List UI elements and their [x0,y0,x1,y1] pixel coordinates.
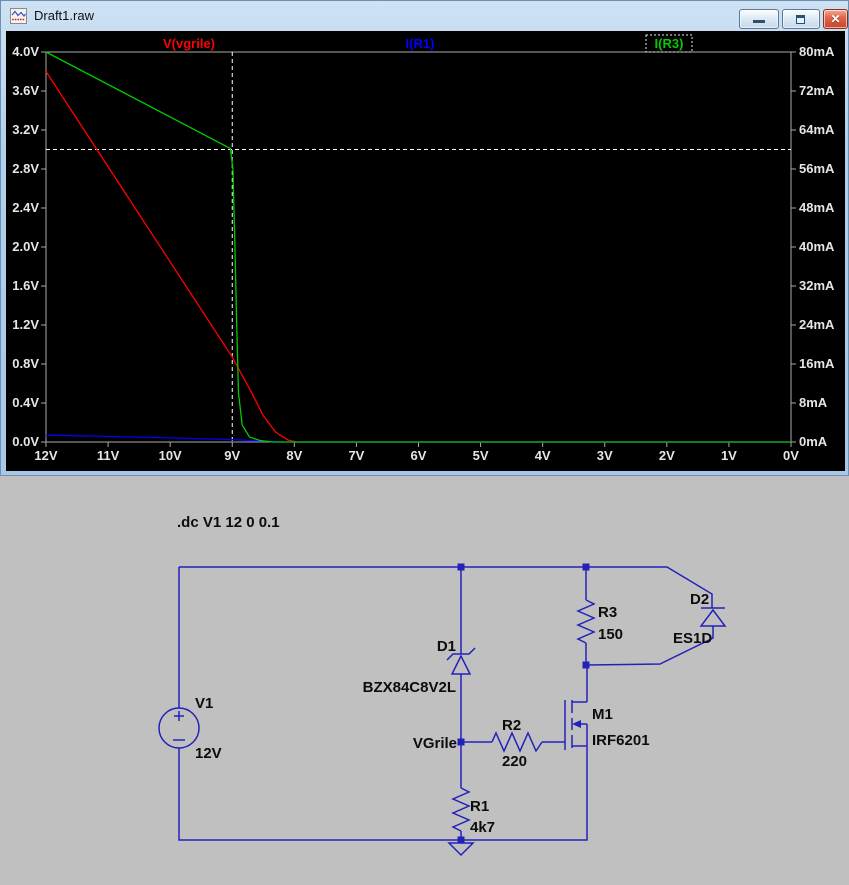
restore-icon [796,15,805,24]
minimize-button[interactable] [739,9,779,29]
x-tick-label: 12V [34,448,57,463]
x-tick-label: 5V [473,448,489,463]
component-label[interactable]: R3 [598,604,617,621]
right-tick-label: 80mA [799,44,835,59]
component-d2-diode[interactable]: D2 ES1D [673,591,727,647]
x-tick-label: 9V [224,448,240,463]
right-tick-label: 64mA [799,122,835,137]
x-tick-label: 3V [597,448,613,463]
x-tick-label: 0V [783,448,799,463]
component-r1-resistor[interactable]: R1 4k7 [451,787,495,836]
left-tick-label: 0.8V [12,356,39,371]
component-label[interactable]: R1 [470,798,489,815]
x-tick-label: 11V [97,448,120,463]
trace-I(R1) [45,434,791,443]
right-tick-label: 56mA [799,161,835,176]
waveform-file-icon [10,8,27,24]
left-tick-label: 4.0V [12,44,39,59]
component-d1-zener-diode[interactable]: D1 BZX84C8V2L [363,638,476,696]
component-value[interactable]: 150 [598,626,623,643]
right-tick-label: 16mA [799,356,835,371]
left-tick-label: 2.0V [12,239,39,254]
x-tick-label: 7V [348,448,364,463]
ltspice-app: Draft1.raw ✕ 12V 11V 10V 9V 8V 7V 6V 5V 4V 3V 2V 1V… [0,0,849,885]
left-tick-label: 1.2V [12,317,39,332]
left-tick-label: 2.8V [12,161,39,176]
x-tick-label: 6V [411,448,427,463]
x-tick-label: 2V [659,448,675,463]
legend-V(vgrile)[interactable]: V(vgrile) [163,36,215,51]
close-button[interactable]: ✕ [823,9,848,29]
left-tick-label: 1.6V [12,278,39,293]
x-tick-label: 10V [159,448,182,463]
restore-button[interactable] [782,9,820,29]
minimize-icon [753,20,765,23]
component-label[interactable]: R2 [502,717,521,734]
component-label[interactable]: V1 [195,695,213,712]
left-tick-label: 2.4V [12,200,39,215]
component-r2-resistor[interactable]: R2 220 [491,717,543,770]
plot-pane[interactable]: 12V 11V 10V 9V 8V 7V 6V 5V 4V 3V 2V 1V 0V 4.0V 3.6V 3.2… [6,31,845,471]
trace-V(vgrile) [45,71,791,443]
schematic-canvas[interactable]: .dc V1 12 0 0.1 V1 12V D1 BZX84C8V2L R1 … [0,476,849,885]
component-label[interactable]: D1 [437,638,456,655]
right-tick-label: 48mA [799,200,835,215]
component-v1-voltage-source[interactable]: V1 12V [158,695,222,762]
component-value[interactable]: ES1D [673,630,712,647]
component-label[interactable]: M1 [592,706,613,723]
right-tick-label: 32mA [799,278,835,293]
waveform-plot[interactable]: 12V 11V 10V 9V 8V 7V 6V 5V 4V 3V 2V 1V 0V 4.0V 3.6V 3.2… [6,31,845,471]
right-tick-label: 40mA [799,239,835,254]
component-label[interactable]: D2 [690,591,709,608]
component-m1-nmos[interactable]: M1 IRF6201 [564,700,650,750]
x-tick-label: 4V [535,448,551,463]
right-tick-label: 8mA [799,395,828,410]
legend-I(R3)[interactable]: I(R3) [655,36,684,51]
x-tick-label: 8V [286,448,302,463]
window-title: Draft1.raw [34,8,94,23]
right-tick-label: 0mA [799,434,828,449]
spice-directive[interactable]: .dc V1 12 0 0.1 [177,514,280,531]
title-bar[interactable]: Draft1.raw ✕ [1,1,848,31]
legend-I(R1)[interactable]: I(R1) [406,36,435,51]
waveform-window: Draft1.raw ✕ 12V 11V 10V 9V 8V 7V 6V 5V 4V 3V 2V 1V… [0,0,849,476]
right-tick-label: 24mA [799,317,835,332]
component-value[interactable]: IRF6201 [592,732,650,749]
component-value[interactable]: 4k7 [470,819,495,836]
left-tick-label: 3.6V [12,83,39,98]
x-tick-label: 1V [721,448,737,463]
net-label-vgrile[interactable]: VGrile [413,735,457,752]
left-tick-label: 3.2V [12,122,39,137]
left-tick-label: 0.0V [12,434,39,449]
trace-I(R3) [45,51,791,443]
left-tick-label: 0.4V [12,395,39,410]
right-tick-label: 72mA [799,83,835,98]
ground-symbol[interactable] [447,842,475,857]
close-icon: ✕ [830,12,841,26]
wires [178,566,714,841]
component-value[interactable]: BZX84C8V2L [363,679,456,696]
component-value[interactable]: 12V [195,745,222,762]
component-r3-resistor[interactable]: R3 150 [576,599,623,644]
component-value[interactable]: 220 [502,753,527,770]
